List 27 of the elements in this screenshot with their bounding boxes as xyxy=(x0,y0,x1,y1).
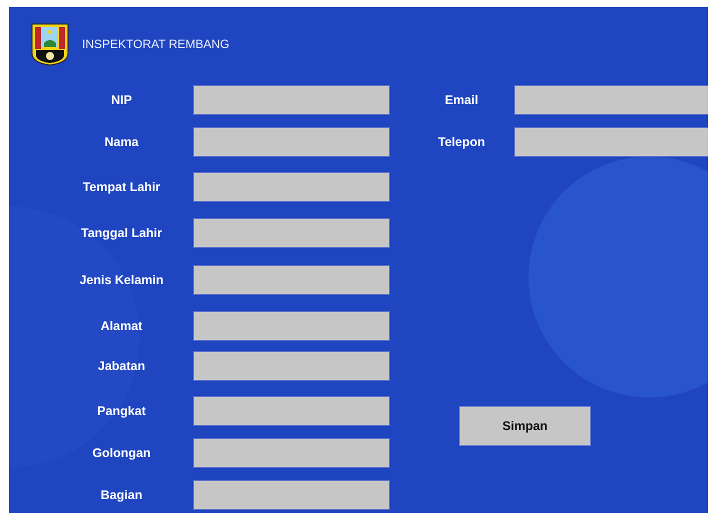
input-field[interactable] xyxy=(514,85,708,115)
field-label: Email xyxy=(444,93,480,107)
input-field[interactable] xyxy=(193,351,390,381)
field-label: Jabatan xyxy=(96,359,146,373)
input-field[interactable] xyxy=(193,480,390,510)
field-label: Tanggal Lahir xyxy=(80,226,164,240)
input-field[interactable] xyxy=(193,127,390,157)
field-label: Jenis Kelamin xyxy=(78,273,165,287)
field-label: Bagian xyxy=(100,488,144,502)
save-button[interactable]: Simpan xyxy=(459,406,591,446)
field-label: Tempat Lahir xyxy=(82,180,162,194)
input-field[interactable] xyxy=(193,85,390,115)
input-field[interactable] xyxy=(193,218,390,248)
input-field[interactable] xyxy=(193,265,390,295)
field-label: Golongan xyxy=(91,446,152,460)
field-label: Telepon xyxy=(437,135,486,149)
app-title: INSPEKTORAT REMBANG xyxy=(82,37,230,51)
input-field[interactable] xyxy=(193,396,390,426)
input-field[interactable] xyxy=(193,311,390,341)
input-field[interactable] xyxy=(193,172,390,202)
field-label: Pangkat xyxy=(96,404,147,418)
emblem-icon xyxy=(30,22,70,66)
field-label: NIP xyxy=(110,93,133,107)
input-field[interactable] xyxy=(514,127,708,157)
field-label: Nama xyxy=(103,135,140,149)
input-field[interactable] xyxy=(193,438,390,468)
field-label: Alamat xyxy=(100,319,144,333)
